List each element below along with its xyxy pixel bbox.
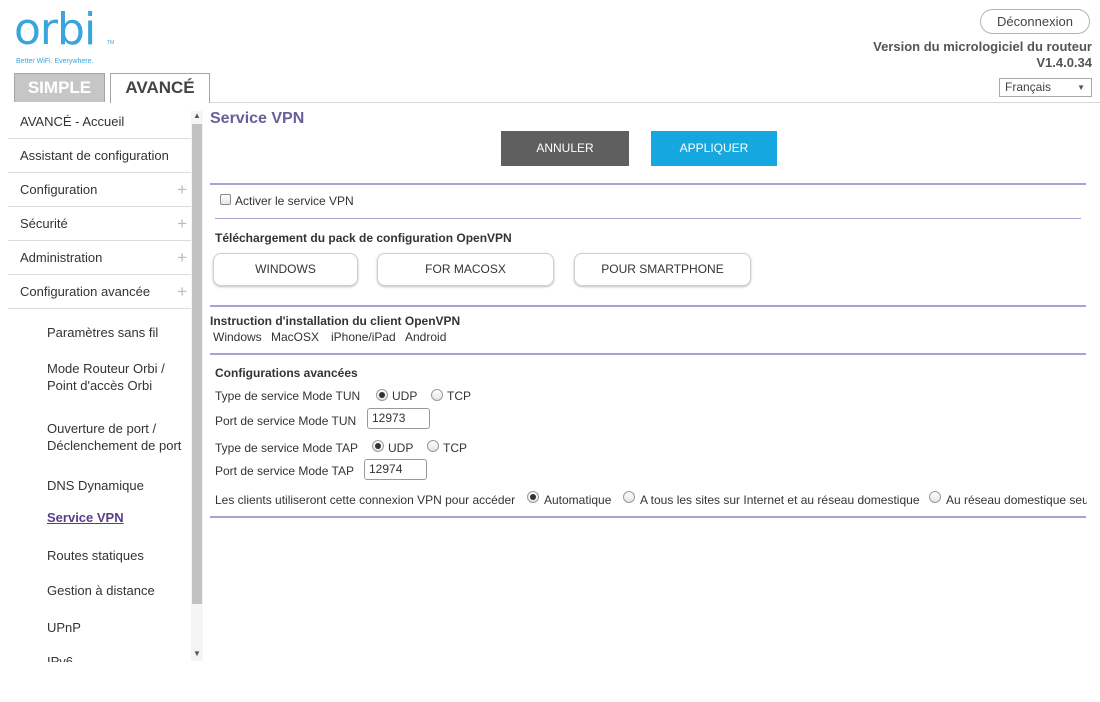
sidebar-top-menu: AVANCÉ - Accueil Assistant de configurat… [8, 105, 191, 309]
access-all-label: A tous les sites sur Internet et au rése… [640, 493, 920, 507]
scroll-down-arrow-icon[interactable]: ▼ [193, 649, 201, 658]
sidebar-item-label: Configuration [20, 182, 98, 197]
sidebar-item-security[interactable]: Sécurité + [8, 207, 191, 241]
orbi-logo: orbi TM Better WiFi. Everywhere. [14, 8, 124, 66]
section-divider [210, 305, 1086, 307]
firmware-label: Version du micrologiciel du routeur [873, 39, 1092, 54]
instruction-link-iphone[interactable]: iPhone/iPad [331, 330, 396, 344]
plus-icon[interactable]: + [177, 173, 187, 207]
sidebar-item-advanced-setup[interactable]: Configuration avancée + [8, 275, 191, 309]
sidebar-subitem-remote-management[interactable]: Gestion à distance [47, 582, 155, 599]
chevron-down-icon: ▼ [1077, 83, 1085, 92]
sidebar-item-setup-wizard[interactable]: Assistant de configuration [8, 139, 191, 173]
sidebar-subitem-ipv6[interactable]: IPv6 [47, 653, 73, 662]
language-select[interactable]: Français ▼ [999, 78, 1092, 97]
sidebar-item-label: AVANCÉ - Accueil [20, 114, 125, 129]
section-divider [210, 353, 1086, 355]
tab-advanced[interactable]: AVANCÉ [110, 73, 210, 103]
sidebar-subitem-label: Paramètres sans fil [47, 325, 159, 340]
sidebar-item-label: Configuration avancée [20, 284, 151, 299]
tap-tcp-radio[interactable] [427, 440, 439, 452]
sidebar-subitem-label: Ouverture de port / [47, 421, 157, 436]
access-all-radio[interactable] [623, 491, 635, 503]
language-value: Français [1005, 80, 1052, 94]
instruction-link-macosx[interactable]: MacOSX [271, 330, 319, 344]
cancel-button[interactable]: ANNULER [501, 131, 629, 166]
tun-tcp-radio[interactable] [431, 389, 443, 401]
scroll-thumb[interactable] [192, 124, 202, 604]
advanced-heading: Configurations avancées [215, 366, 358, 380]
sidebar-subitem-label: IPv6 [47, 654, 74, 662]
firmware-version: V1.4.0.34 [1036, 55, 1092, 70]
logout-button[interactable]: Déconnexion [980, 9, 1090, 34]
sidebar: AVANCÉ - Accueil Assistant de configurat… [8, 105, 204, 662]
tap-port-label: Port de service Mode TAP [215, 464, 354, 478]
access-label: Les clients utiliseront cette connexion … [215, 493, 516, 507]
access-home-radio[interactable] [929, 491, 941, 503]
tabs-divider [210, 102, 1100, 103]
tun-udp-radio[interactable] [376, 389, 388, 401]
instructions-heading: Instruction d'installation du client Ope… [210, 314, 461, 328]
section-divider [210, 183, 1086, 185]
sidebar-subitem-label-line2: Point d'accès Orbi [47, 378, 153, 393]
section-divider [215, 218, 1081, 219]
sidebar-subitem-router-ap-mode[interactable]: Mode Routeur Orbi / Point d'accès Orbi [47, 360, 165, 394]
sidebar-item-label: Administration [20, 250, 103, 265]
sidebar-item-label: Sécurité [20, 216, 68, 231]
sidebar-item-administration[interactable]: Administration + [8, 241, 191, 275]
access-home-label: Au réseau domestique seu [946, 493, 1087, 507]
download-macosx-button[interactable]: FOR MACOSX [377, 253, 554, 286]
sidebar-subitem-label: DNS Dynamique [47, 478, 144, 493]
sidebar-subitem-label: Mode Routeur Orbi / [47, 361, 165, 376]
sidebar-subitem-label: Gestion à distance [47, 583, 155, 598]
sidebar-subitem-label: Routes statiques [47, 548, 144, 563]
logo-tagline: Better WiFi. Everywhere. [16, 58, 94, 65]
tap-tcp-label: TCP [443, 441, 467, 455]
tab-simple[interactable]: SIMPLE [14, 73, 105, 102]
sidebar-subitem-wireless[interactable]: Paramètres sans fil [47, 324, 158, 341]
apply-button[interactable]: APPLIQUER [651, 131, 777, 166]
download-heading: Téléchargement du pack de configuration … [215, 231, 512, 245]
sidebar-item-configuration[interactable]: Configuration + [8, 173, 191, 207]
tun-port-input[interactable]: 12973 [367, 408, 430, 429]
tun-udp-label: UDP [392, 389, 418, 403]
enable-vpn-label: Activer le service VPN [235, 194, 354, 208]
access-auto-label: Automatique [544, 493, 612, 507]
tap-type-label: Type de service Mode TAP [215, 441, 358, 455]
sidebar-subitem-port-forwarding[interactable]: Ouverture de port / Déclenchement de por… [47, 420, 181, 454]
sidebar-subitem-dynamic-dns[interactable]: DNS Dynamique [47, 477, 144, 494]
sidebar-subitem-label: UPnP [47, 620, 81, 635]
page-title: Service VPN [210, 110, 305, 127]
scroll-up-arrow-icon[interactable]: ▲ [193, 111, 201, 120]
sidebar-scrollbar[interactable]: ▲ ▼ [191, 111, 203, 661]
tun-port-label: Port de service Mode TUN [215, 414, 357, 428]
sidebar-item-advanced-home[interactable]: AVANCÉ - Accueil [8, 105, 191, 139]
plus-icon[interactable]: + [177, 275, 187, 309]
plus-icon[interactable]: + [177, 241, 187, 275]
sidebar-subitem-static-routes[interactable]: Routes statiques [47, 547, 144, 564]
logo-trademark: TM [107, 40, 115, 46]
tun-tcp-label: TCP [447, 389, 471, 403]
tap-udp-radio[interactable] [372, 440, 384, 452]
tun-type-label: Type de service Mode TUN [215, 389, 361, 403]
download-smartphone-button[interactable]: POUR SMARTPHONE [574, 253, 751, 286]
section-divider [210, 516, 1086, 518]
sidebar-subitem-vpn-service[interactable]: Service VPN [47, 509, 124, 526]
instruction-link-android[interactable]: Android [405, 330, 446, 344]
sidebar-subitem-label-line2: Déclenchement de port [47, 438, 182, 453]
plus-icon[interactable]: + [177, 207, 187, 241]
access-auto-radio[interactable] [527, 491, 539, 503]
tap-port-input[interactable]: 12974 [364, 459, 427, 480]
sidebar-subitem-label: Service VPN [47, 510, 124, 525]
enable-vpn-checkbox[interactable] [220, 194, 231, 205]
sidebar-subitem-upnp[interactable]: UPnP [47, 619, 81, 636]
sidebar-item-label: Assistant de configuration [20, 148, 169, 163]
tap-udp-label: UDP [388, 441, 414, 455]
instruction-link-windows[interactable]: Windows [213, 330, 262, 344]
download-windows-button[interactable]: WINDOWS [213, 253, 358, 286]
